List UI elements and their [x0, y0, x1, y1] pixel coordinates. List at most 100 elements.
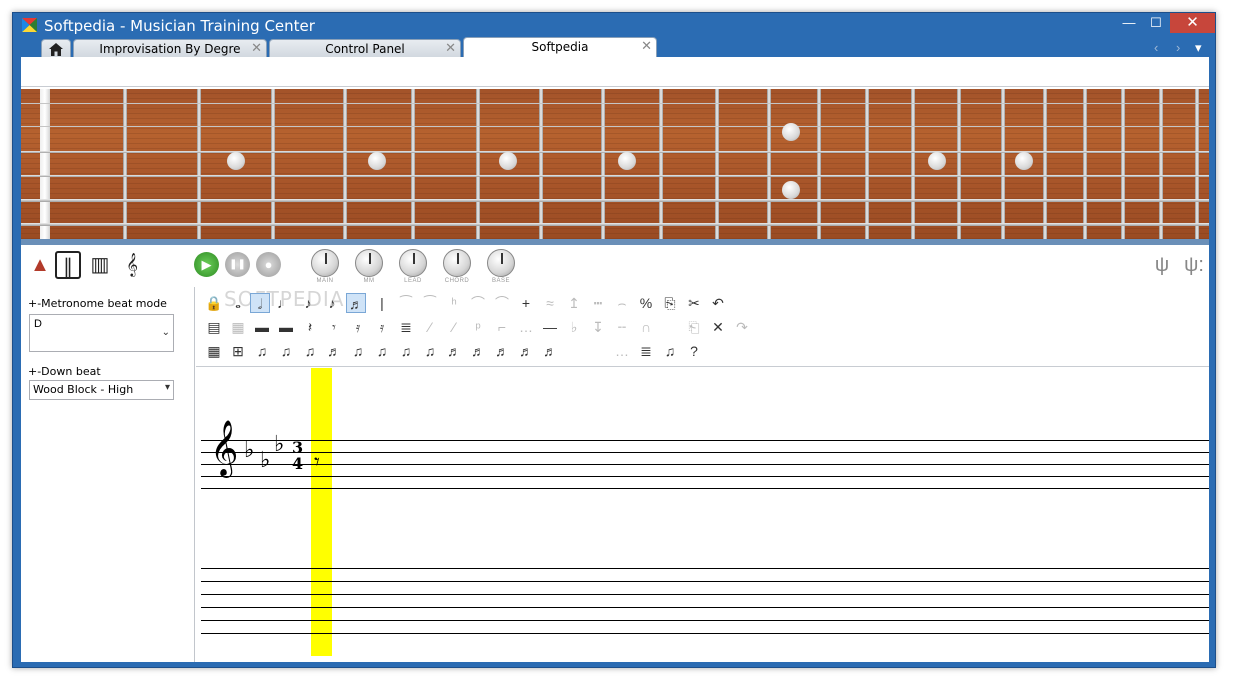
playback-cursor[interactable] [311, 368, 332, 656]
tab-softpedia[interactable]: Softpedia ✕ [463, 37, 657, 59]
play-button[interactable]: ▶ [194, 252, 219, 277]
triplet4-icon[interactable]: ♬ [324, 341, 344, 361]
tuning-fork-settings-icon[interactable]: ψ: [1181, 251, 1207, 279]
tuplet8-icon[interactable]: ♬ [516, 341, 536, 361]
lines-icon[interactable]: ≣ [396, 317, 416, 337]
grace-icon[interactable]: ⁄ [420, 317, 440, 337]
rest-sixteenth-icon[interactable]: 𝄿 [348, 317, 368, 337]
slur-icon[interactable]: ⁀ [396, 293, 416, 313]
tab-icon[interactable]: ▤ [204, 317, 224, 337]
tab-back-icon[interactable]: ‹ [1154, 40, 1158, 55]
maximize-button[interactable]: ☐ [1143, 13, 1169, 33]
help-icon[interactable]: ? [684, 341, 704, 361]
table-icon[interactable]: ▦ [204, 341, 224, 361]
flat-icon[interactable]: ♭ [564, 317, 584, 337]
chord-volume-knob[interactable] [443, 249, 471, 277]
tab-improvisation-by-degree[interactable]: Improvisation By Degre ✕ [73, 39, 267, 59]
tab-menu-icon[interactable]: ▾ [1195, 40, 1202, 56]
rest-quarter-icon[interactable]: 𝄽 [300, 317, 320, 337]
guitar-fretboard[interactable] [21, 89, 1209, 239]
arch-icon[interactable]: ∩ [636, 317, 656, 337]
score-editor: SOFTPEDIA 🔒 𝅝 𝅗𝅥 ♩ ♪ ♪ ♬ | ⁀ ⁀ ʰ ⌒ ⌒ + ≈ ↥ ┅ ⌢% ⎘ ✂ ↶ ▤ ▦ ▬ ▬ 𝄽 𝄾 𝄿… [196, 287, 1209, 662]
cut-icon[interactable]: ✂ [684, 293, 704, 313]
triplet2-icon[interactable]: ♫ [276, 341, 296, 361]
piano-icon[interactable]: ▥ [87, 251, 113, 279]
arc-icon[interactable]: ⌒ [492, 293, 512, 313]
percent-icon[interactable]: % [636, 293, 656, 313]
tab-control-panel[interactable]: Control Panel ✕ [269, 39, 461, 59]
tuplet5-icon[interactable]: ♬ [444, 341, 464, 361]
triplet-icon[interactable]: ♫ [252, 341, 272, 361]
bend-icon[interactable]: ┅ [588, 293, 608, 313]
chevron-down-icon[interactable]: ▾ [165, 382, 170, 393]
score-area[interactable]: 𝄞 ♭ ♭ ♭ 3 4 𝄾 [196, 368, 1209, 662]
down-beat-select[interactable]: Wood Block - High ▾ [29, 380, 174, 400]
tie-icon[interactable]: ⁀ [420, 293, 440, 313]
staff-line [201, 464, 1209, 465]
drumsticks-icon[interactable]: ∥ [55, 251, 81, 279]
mm-volume-knob[interactable] [355, 249, 383, 277]
lead-volume-knob[interactable] [399, 249, 427, 277]
tuplet3-icon[interactable]: ♫ [396, 341, 416, 361]
tab-close-icon[interactable]: ✕ [445, 40, 456, 58]
step-icon[interactable]: ⌐ [492, 317, 512, 337]
rest-half-icon[interactable]: ▬ [276, 317, 296, 337]
dots-icon[interactable]: … [516, 317, 536, 337]
quarter-note-icon[interactable]: ♩ [274, 293, 294, 313]
copy-icon[interactable]: ⎘ [660, 293, 680, 313]
close-button[interactable]: ✕ [1170, 13, 1215, 33]
paste-icon[interactable]: ⎗ [684, 317, 704, 337]
split-icon[interactable]: ╌ [612, 317, 632, 337]
tab-close-icon[interactable]: ✕ [641, 38, 652, 56]
half-note-icon[interactable]: 𝅗𝅥 [250, 293, 270, 313]
tuning-fork-icon[interactable]: ψ [1149, 251, 1175, 279]
rest-whole-icon[interactable]: ▬ [252, 317, 272, 337]
sixteenth-note-icon[interactable]: ♬ [346, 293, 366, 313]
grace2-icon[interactable]: ⁄ [444, 317, 464, 337]
pause-button[interactable]: ❚❚ [225, 252, 250, 277]
lock-icon[interactable]: 🔒 [204, 293, 224, 313]
minimize-button[interactable]: — [1116, 13, 1142, 33]
stop-button[interactable]: ● [256, 252, 281, 277]
tuplet2-icon[interactable]: ♫ [372, 341, 392, 361]
staff-icon[interactable]: ≣ [636, 341, 656, 361]
metronome-icon[interactable]: ▲ [27, 251, 53, 279]
whole-note-icon[interactable]: 𝅝 [228, 293, 248, 313]
minus-icon[interactable]: — [540, 317, 560, 337]
base-volume-knob[interactable] [487, 249, 515, 277]
bend-up-icon[interactable]: ↥ [564, 293, 584, 313]
note-settings-icon[interactable]: ♫ [660, 341, 680, 361]
chevron-down-icon[interactable]: ⌄ [162, 327, 170, 338]
tuplet4-icon[interactable]: ♫ [420, 341, 440, 361]
add-icon[interactable]: + [516, 293, 536, 313]
eighth-note-dotted-icon[interactable]: ♪ [322, 293, 342, 313]
tuplet9-icon[interactable]: ♬ [540, 341, 560, 361]
undo-icon[interactable]: ↶ [708, 293, 728, 313]
hammer-icon[interactable]: ʰ [444, 293, 464, 313]
treble-clef-icon[interactable]: 𝄞 [119, 251, 145, 279]
eighth-note-icon[interactable]: ♪ [298, 293, 318, 313]
rest-32-icon[interactable]: 𝄿 [372, 317, 392, 337]
tab-forward-icon[interactable]: › [1176, 40, 1180, 55]
tuplet6-icon[interactable]: ♬ [468, 341, 488, 361]
pull-icon[interactable]: ᵖ [468, 317, 488, 337]
bend-down-icon[interactable]: ↧ [588, 317, 608, 337]
tab-label: Improvisation By Degre [99, 42, 241, 56]
delete-icon[interactable]: ✕ [708, 317, 728, 337]
rest-eighth-icon[interactable]: 𝄾 [324, 317, 344, 337]
metronome-beat-mode-field[interactable]: D ⌄ [29, 314, 174, 352]
vibrato-icon[interactable]: ⌢ [612, 293, 632, 313]
grid-icon[interactable]: ▦ [228, 317, 248, 337]
redo-icon[interactable]: ↷ [732, 317, 752, 337]
barline-icon[interactable]: | [372, 293, 392, 313]
slide-icon[interactable]: ⌒ [468, 293, 488, 313]
add-measure-icon[interactable]: ⊞ [228, 341, 248, 361]
ellipsis-icon[interactable]: … [612, 341, 632, 361]
tab-home[interactable] [41, 39, 71, 59]
tuplet-icon[interactable]: ♫ [348, 341, 368, 361]
tuplet7-icon[interactable]: ♬ [492, 341, 512, 361]
tremolo-icon[interactable]: ≈ [540, 293, 560, 313]
main-volume-knob[interactable] [311, 249, 339, 277]
tab-close-icon[interactable]: ✕ [251, 40, 262, 58]
triplet3-icon[interactable]: ♫ [300, 341, 320, 361]
